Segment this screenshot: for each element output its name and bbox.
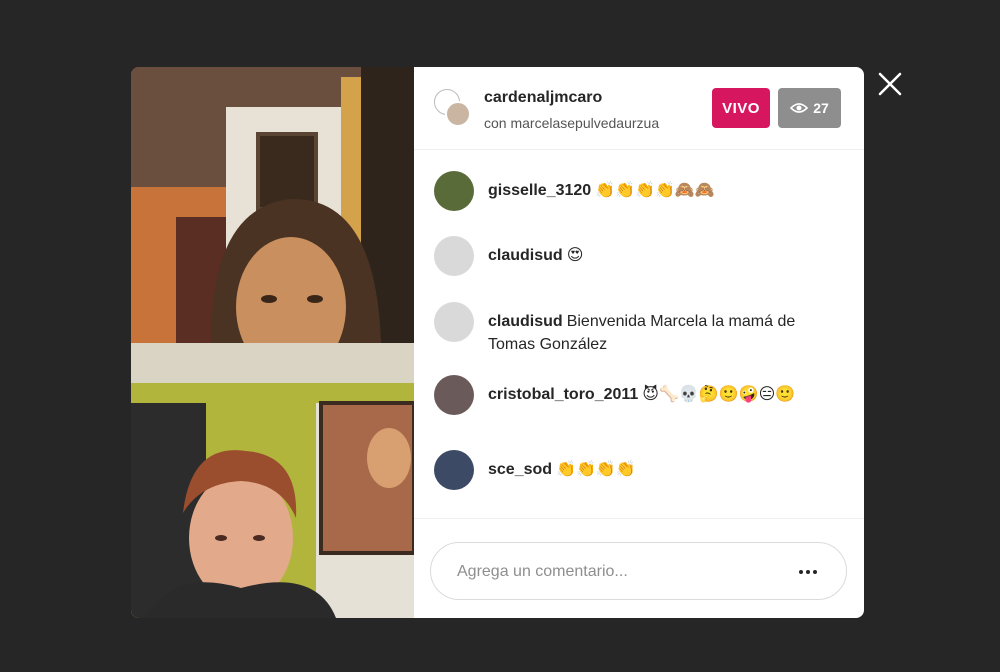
live-modal: cardenaljmcaro con marcelasepulvedaurzua… — [131, 67, 864, 618]
comment-text: 👏👏👏👏🙈🙈 — [595, 182, 715, 199]
comment-input[interactable] — [457, 561, 777, 583]
host-avatars[interactable] — [434, 89, 478, 129]
comment-item: gisselle_3120 👏👏👏👏🙈🙈 — [434, 171, 844, 211]
avatar[interactable] — [434, 302, 474, 342]
more-dots-icon — [799, 570, 803, 574]
comment-input-box — [430, 542, 847, 600]
eye-icon — [790, 103, 809, 113]
comment-username[interactable]: cristobal_toro_2011 — [488, 386, 638, 403]
host-video — [131, 67, 414, 343]
avatar[interactable] — [434, 375, 474, 415]
comment-username[interactable]: gisselle_3120 — [488, 182, 591, 199]
comment-text: 😈🦴💀🤔🙂🤪😑🙂 — [642, 386, 796, 403]
avatar[interactable] — [434, 171, 474, 211]
comment-text: 👏👏👏👏 — [556, 461, 636, 478]
close-icon — [878, 72, 902, 96]
more-options-button[interactable] — [793, 560, 823, 584]
comment-body: cristobal_toro_2011 😈🦴💀🤔🙂🤪😑🙂 — [488, 375, 795, 415]
host-username[interactable]: cardenaljmcaro — [484, 89, 602, 107]
comment-body: gisselle_3120 👏👏👏👏🙈🙈 — [488, 171, 715, 211]
guest-video — [131, 343, 414, 618]
live-badge: VIVO — [712, 88, 770, 128]
guest-avatar — [445, 101, 471, 127]
avatar[interactable] — [434, 236, 474, 276]
video-column — [131, 67, 414, 618]
close-button[interactable] — [874, 68, 906, 100]
chat-panel: cardenaljmcaro con marcelasepulvedaurzua… — [414, 67, 864, 618]
comment-item: cristobal_toro_2011 😈🦴💀🤔🙂🤪😑🙂 — [434, 375, 844, 415]
comment-body: claudisud 😍 — [488, 236, 583, 276]
guest-line[interactable]: con marcelasepulvedaurzua — [484, 115, 659, 131]
comments-list: gisselle_3120 👏👏👏👏🙈🙈 claudisud 😍 claudisud… — [414, 150, 864, 518]
viewer-count-badge[interactable]: 27 — [778, 88, 841, 128]
comment-item: sce_sod 👏👏👏👏 — [434, 450, 844, 490]
comment-body: claudisud Bienvenida Marcela la mamá de T… — [488, 302, 844, 356]
comment-composer — [414, 518, 864, 618]
viewer-count: 27 — [813, 100, 829, 116]
comment-username[interactable]: sce_sod — [488, 461, 552, 478]
comment-item: claudisud Bienvenida Marcela la mamá de T… — [434, 302, 844, 356]
comment-body: sce_sod 👏👏👏👏 — [488, 450, 636, 490]
comment-username[interactable]: claudisud — [488, 247, 563, 264]
comment-item: claudisud 😍 — [434, 236, 844, 276]
comment-username[interactable]: claudisud — [488, 313, 563, 330]
avatar[interactable] — [434, 450, 474, 490]
broadcast-header: cardenaljmcaro con marcelasepulvedaurzua… — [414, 67, 864, 150]
comment-text: 😍 — [566, 247, 584, 264]
